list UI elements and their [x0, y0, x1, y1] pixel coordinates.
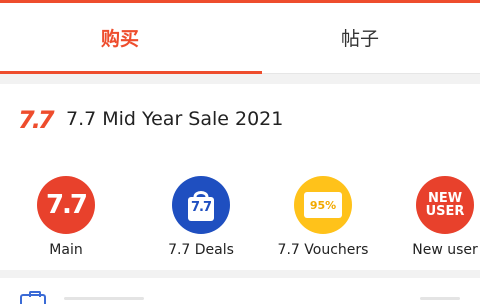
shortcut-deals-label: 7.7 Deals: [168, 242, 234, 258]
shortcut-main[interactable]: 7.7 Main: [11, 174, 121, 264]
tab-posts[interactable]: 帖子: [240, 3, 480, 71]
shortcut-deals[interactable]: 7.7 7.7 Deals: [146, 174, 256, 264]
shortcut-vouchers-label: 7.7 Vouchers: [277, 242, 369, 258]
deals-bag-icon: 7.7: [172, 176, 230, 234]
shortcut-new-user[interactable]: NEW USER New user: [390, 174, 480, 264]
section-gap: [0, 270, 480, 278]
shortcut-new-user-label: New user: [412, 242, 478, 258]
briefcase-icon: [20, 291, 46, 304]
tab-buy[interactable]: 购买: [0, 3, 240, 71]
tab-bar: 购买 帖子: [0, 3, 480, 74]
voucher-icon-text: 95%: [309, 198, 337, 212]
sale-header[interactable]: 7.7 7.7 Mid Year Sale 2021: [0, 84, 480, 239]
shortcut-main-label: Main: [49, 242, 83, 258]
voucher-ticket-icon: 95%: [304, 192, 342, 218]
partial-list-row[interactable]: [0, 278, 480, 304]
shortcut-vouchers[interactable]: 95% 7.7 Vouchers: [268, 174, 378, 264]
main-icon-text: 7.7: [45, 190, 88, 220]
voucher-icon: 95%: [294, 176, 352, 234]
new-user-icon-text: NEW USER: [425, 191, 465, 219]
new-user-icon: NEW USER: [416, 176, 474, 234]
sale-logo: 7.7: [18, 106, 54, 134]
shortcut-row: 7.7 Main 7.7 7.7 Deals 95% 7.7 Vouchers …: [0, 156, 480, 270]
sale-title: 7.7 Mid Year Sale 2021: [66, 108, 284, 130]
deals-icon-text: 7.7: [190, 200, 212, 215]
tab-buy-label: 购买: [100, 27, 139, 50]
section-gap: [0, 74, 480, 84]
tab-posts-label: 帖子: [340, 27, 379, 50]
main-77-icon: 7.7: [37, 176, 95, 234]
